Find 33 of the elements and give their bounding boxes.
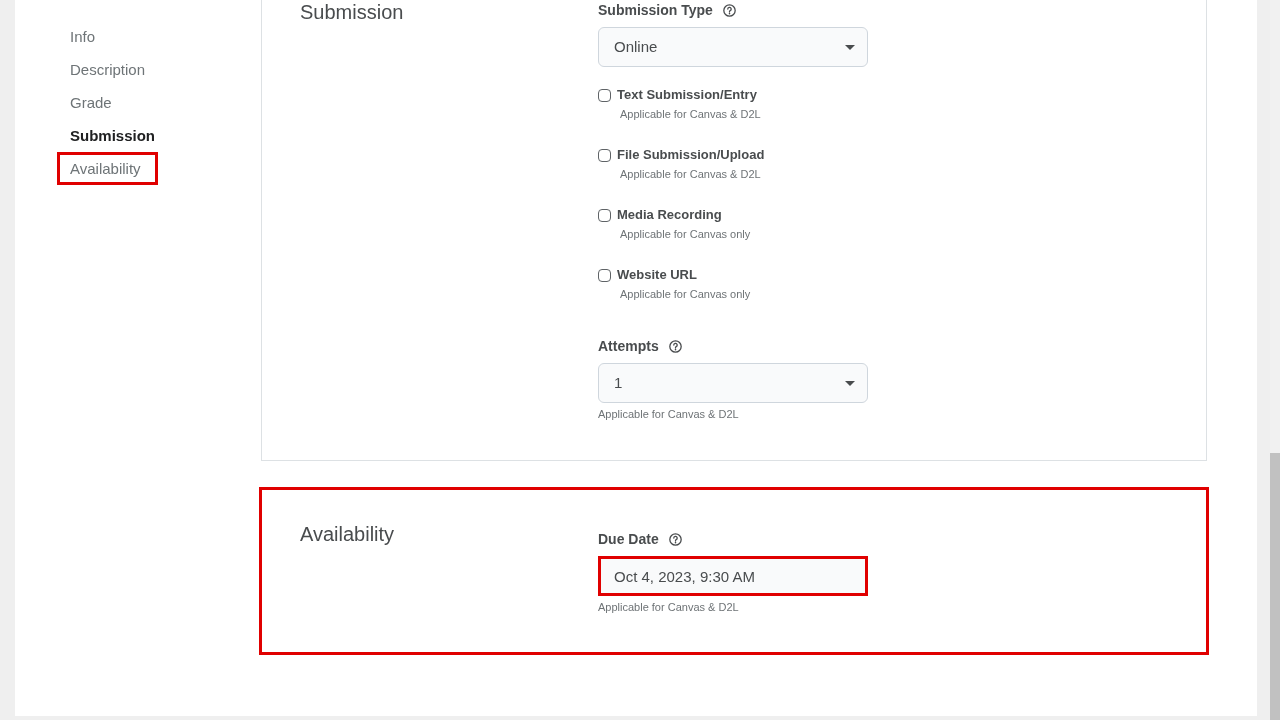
field-note: Applicable for Canvas & D2L: [620, 107, 761, 122]
date-field[interactable]: Oct 4, 2023, 9:30 AM: [598, 556, 868, 596]
caret-icon: [845, 380, 855, 386]
field-label: Attempts: [598, 337, 659, 356]
field-note: Applicable for Canvas & D2L: [598, 600, 739, 615]
help-icon[interactable]: [722, 3, 736, 17]
checkbox-label: Media Recording: [617, 206, 722, 224]
sidebar-item[interactable]: Submission: [57, 119, 172, 152]
checkbox[interactable]: [598, 88, 611, 102]
field-label: Due Date: [598, 530, 659, 549]
sidebar-item[interactable]: Availability: [57, 152, 158, 185]
sidebar-item[interactable]: Info: [57, 20, 113, 53]
checkbox-label: Text Submission/Entry: [617, 86, 757, 104]
caret-icon: [845, 44, 855, 50]
field-note: Applicable for Canvas only: [620, 287, 751, 302]
sidebar-item[interactable]: Description: [57, 53, 163, 86]
help-icon[interactable]: [668, 532, 682, 546]
field-note: Applicable for Canvas only: [620, 227, 751, 242]
sidebar-item[interactable]: Grade: [57, 86, 129, 119]
dropdown-select[interactable]: Online: [598, 27, 868, 67]
field-note: Applicable for Canvas & D2L: [598, 407, 739, 422]
checkbox-label: File Submission/Upload: [617, 146, 765, 164]
field-label: Submission Type: [598, 1, 713, 20]
checkbox[interactable]: [598, 208, 611, 222]
checkbox[interactable]: [598, 148, 611, 162]
checkbox-label: Website URL: [617, 266, 697, 284]
field-note: Applicable for Canvas & D2L: [620, 167, 762, 182]
section-heading: Submission: [300, 0, 405, 24]
scrollbar-thumb[interactable]: [1270, 453, 1280, 720]
checkbox[interactable]: [598, 268, 611, 282]
help-icon[interactable]: [668, 339, 682, 353]
dropdown-select[interactable]: 1: [598, 363, 868, 403]
section-heading: Availability: [300, 522, 396, 546]
